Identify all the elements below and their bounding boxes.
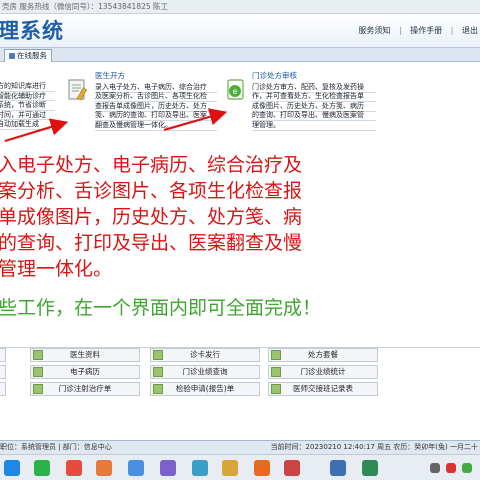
card-line: 系统，节省诊断 bbox=[0, 101, 46, 109]
app-title: 理系统 bbox=[0, 19, 64, 43]
tray-icon[interactable] bbox=[462, 463, 472, 473]
tray-icon[interactable] bbox=[430, 463, 440, 473]
service-notice-link[interactable]: 服务须知 bbox=[358, 26, 390, 35]
feature-line: 的查询、打印及导出、医案翻查及慢 bbox=[0, 232, 303, 254]
green-card-icon bbox=[153, 384, 163, 394]
green-card-icon bbox=[153, 367, 163, 377]
card-line: 作，并可查看处方、生化检查报告单 bbox=[252, 92, 364, 100]
card-line: 翻查及慢病管理一体化。 bbox=[95, 120, 172, 129]
card-line: 笺、病历的查询、打印及导出、医案 bbox=[95, 111, 207, 119]
taskbar bbox=[0, 454, 480, 480]
doctor-info-button[interactable]: 医生资料 bbox=[30, 348, 140, 362]
browser-icon[interactable] bbox=[66, 460, 82, 476]
app-icon[interactable] bbox=[284, 460, 300, 476]
green-card-icon bbox=[33, 350, 43, 360]
green-card-icon bbox=[153, 350, 163, 360]
card-line: 成像图片、历史处方、处方笺、病历 bbox=[252, 101, 364, 110]
green-card-icon bbox=[271, 384, 281, 394]
outpatient-performance-stats-button[interactable]: 门诊业绩统计 bbox=[268, 365, 378, 379]
windows-start-icon[interactable] bbox=[4, 460, 20, 476]
card-desc: 门诊处方审方、配药、复核及发药操 作，并可查看处方、生化检查报告单 成像图片、历… bbox=[252, 82, 376, 139]
folder-icon[interactable] bbox=[222, 460, 238, 476]
card-doctor-prescription[interactable]: 医生开方 录入电子处方、电子病历、综合治疗 及医案分析、舌诊图片、各项生化检 查… bbox=[95, 71, 217, 139]
shift-handover-button[interactable]: 医师交接班记录表 bbox=[268, 382, 378, 396]
link-separator: | bbox=[398, 26, 402, 35]
tab-label: 在线服务 bbox=[17, 51, 47, 60]
function-grid: 医生资料 诊卡发行 处方套餐 电子病历 门诊业绩查询 门诊业绩统计 门诊注射治疗… bbox=[0, 347, 480, 397]
app-icon[interactable] bbox=[192, 460, 208, 476]
current-time: 当前时间：20230210 12:40:17 周五 农历：癸卯年(兔) 一月二十 bbox=[270, 443, 478, 451]
card-desc: 录入电子处方、电子病历、综合治疗 及医案分析、舌诊图片、各项生化检 查报告单成像… bbox=[95, 82, 217, 139]
grid-button-edge[interactable] bbox=[0, 348, 6, 362]
green-card-icon bbox=[33, 367, 43, 377]
card-line: 门诊处方审方、配药、复核及发药操 bbox=[252, 82, 364, 91]
feature-line: 案分析、舌诊图片、各项生化检查报 bbox=[0, 180, 303, 202]
link-separator: | bbox=[450, 26, 454, 35]
card-title: 门诊处方审核 bbox=[252, 71, 297, 80]
prescription-pad-icon[interactable] bbox=[67, 78, 89, 102]
lab-request-button[interactable]: 检验申请(报告)单 bbox=[150, 382, 260, 396]
grid-button-edge[interactable] bbox=[0, 365, 6, 379]
card-title: 医生开方 bbox=[95, 71, 125, 80]
feature-line: 管理一体化。 bbox=[0, 258, 113, 280]
card-knowledge[interactable]: 方的知识库进行 智能化辅助诊疗 系统，节省诊断 时间，并可通过 自动加载生成 bbox=[0, 82, 55, 138]
app-icon[interactable] bbox=[254, 460, 270, 476]
banner-links: 服务须知 | 操作手册 | 退出 bbox=[352, 25, 478, 36]
app-icon[interactable] bbox=[362, 460, 378, 476]
outpatient-performance-query-button[interactable]: 门诊业绩查询 bbox=[150, 365, 260, 379]
exit-link[interactable]: 退出 bbox=[462, 26, 478, 35]
green-card-icon bbox=[271, 367, 281, 377]
manual-link[interactable]: 操作手册 bbox=[410, 26, 442, 35]
card-line: 自动加载生成 bbox=[0, 120, 39, 128]
home-icon bbox=[9, 53, 15, 59]
card-line: 及医案分析、舌诊图片、各项生化检 bbox=[95, 92, 207, 100]
hotline-bar: 壳房 服务热线（微信同号）：13543841825 陈工 bbox=[0, 0, 480, 14]
card-issue-button[interactable]: 诊卡发行 bbox=[150, 348, 260, 362]
card-prescription-review[interactable]: 门诊处方审核 门诊处方审方、配药、复核及发药操 作，并可查看处方、生化检查报告单… bbox=[252, 71, 376, 139]
emr-button[interactable]: 电子病历 bbox=[30, 365, 140, 379]
summary-line: 些工作，在一个界面内即可全面完成！ bbox=[0, 297, 322, 319]
app-icon[interactable] bbox=[128, 460, 144, 476]
card-line: 方的知识库进行 bbox=[0, 82, 46, 90]
card-line: 理管理。 bbox=[252, 120, 280, 129]
media-icon[interactable] bbox=[96, 460, 112, 476]
app-icon[interactable] bbox=[330, 460, 346, 476]
svg-text:e: e bbox=[233, 87, 238, 96]
card-line: 智能化辅助诊疗 bbox=[0, 91, 46, 100]
green-card-icon bbox=[33, 384, 43, 394]
green-card-icon bbox=[271, 350, 281, 360]
wechat-icon[interactable] bbox=[34, 460, 50, 476]
injection-treatment-button[interactable]: 门诊注射治疗单 bbox=[30, 382, 140, 396]
prescription-package-button[interactable]: 处方套餐 bbox=[268, 348, 378, 362]
tray-icon[interactable] bbox=[446, 463, 456, 473]
user-position: 职位：系统管理员 | 部门：信息中心 bbox=[0, 443, 112, 451]
feature-line: 单成像图片，历史处方、处方笺、病 bbox=[0, 206, 303, 228]
card-line: 查报告单成像图片，历史处方、处方 bbox=[95, 101, 207, 110]
status-bar: 职位：系统管理员 | 部门：信息中心 当前时间：20230210 12:40:1… bbox=[0, 440, 480, 454]
card-line: 录入电子处方、电子病历、综合治疗 bbox=[95, 82, 207, 91]
app-window: 壳房 服务热线（微信同号）：13543841825 陈工 理系统 服务须知 | … bbox=[0, 0, 480, 480]
app-icon[interactable] bbox=[160, 460, 176, 476]
card-line: 时间，并可通过 bbox=[0, 110, 46, 119]
grid-button-edge[interactable] bbox=[0, 382, 6, 396]
feature-line: 入电子处方、电子病历、综合治疗及 bbox=[0, 154, 303, 176]
tab-strip: 在线服务 bbox=[0, 48, 480, 62]
card-desc: 方的知识库进行 智能化辅助诊疗 系统，节省诊断 时间，并可通过 自动加载生成 bbox=[0, 82, 55, 138]
app-banner: 理系统 服务须知 | 操作手册 | 退出 bbox=[0, 14, 480, 48]
card-line: 的查询、打印及导出、慢病及医案管 bbox=[252, 111, 364, 119]
green-document-icon[interactable]: e bbox=[225, 78, 247, 102]
tab-online-service[interactable]: 在线服务 bbox=[4, 49, 52, 62]
